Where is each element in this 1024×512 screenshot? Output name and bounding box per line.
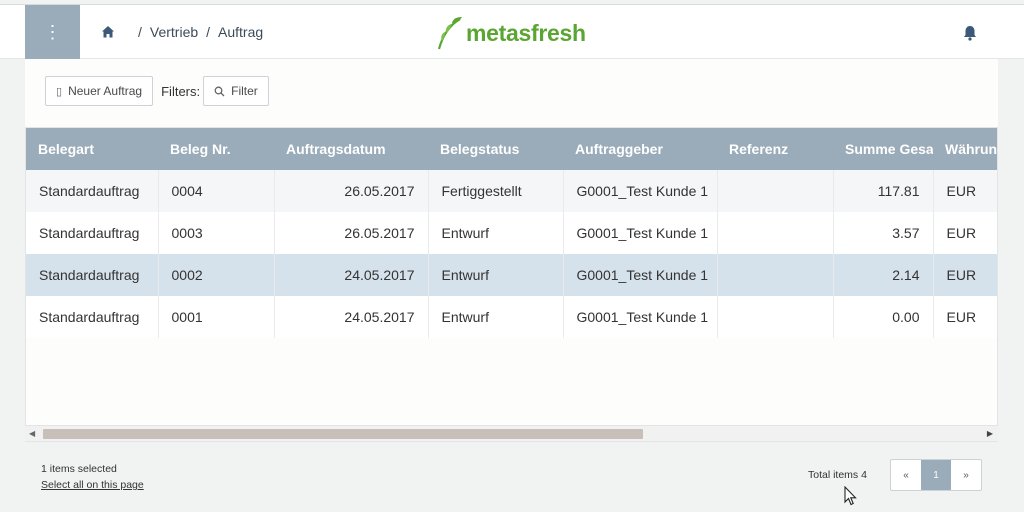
home-icon[interactable] bbox=[100, 24, 116, 40]
cell-beleg-nr: 0001 bbox=[158, 296, 275, 338]
toolbar: ▯ Neuer Auftrag Filters: Filter bbox=[45, 76, 269, 106]
cell-status: Entwurf bbox=[428, 212, 564, 254]
pager-page-button[interactable]: 1 bbox=[921, 460, 951, 490]
select-all-link[interactable]: Select all on this page bbox=[41, 477, 144, 493]
leaf-logo-icon bbox=[437, 17, 462, 50]
cell-waehrung: EUR bbox=[933, 212, 997, 254]
column-header[interactable]: Summe Gesamt bbox=[833, 128, 933, 170]
cell-referenz bbox=[717, 212, 834, 254]
breadcrumb-separator: / bbox=[206, 24, 211, 40]
scroll-right-arrow-icon[interactable]: ▶ bbox=[987, 429, 993, 438]
table-row[interactable]: Standardauftrag 0001 24.05.2017 Entwurf … bbox=[26, 296, 997, 338]
items-selected-text: 1 items selected bbox=[41, 463, 117, 475]
pagination: « 1 » bbox=[890, 459, 982, 491]
table-row[interactable]: Standardauftrag 0004 26.05.2017 Fertigge… bbox=[26, 170, 997, 212]
column-header[interactable]: Währung bbox=[933, 128, 997, 170]
cell-status: Entwurf bbox=[428, 254, 564, 296]
breadcrumb-auftrag[interactable]: Auftrag bbox=[218, 24, 263, 40]
column-header[interactable]: Belegart bbox=[26, 128, 158, 170]
filters-label: Filters: bbox=[161, 83, 201, 99]
cell-summe: 2.14 bbox=[833, 254, 934, 296]
mouse-cursor-icon bbox=[844, 486, 857, 506]
cell-auftraggeber: G0001_Test Kunde 1 bbox=[563, 212, 718, 254]
column-header[interactable]: Referenz bbox=[717, 128, 833, 170]
cell-auftraggeber: G0001_Test Kunde 1 bbox=[563, 254, 718, 296]
column-header[interactable]: Auftraggeber bbox=[563, 128, 717, 170]
breadcrumb-vertrieb[interactable]: Vertrieb bbox=[150, 24, 198, 40]
pager-prev-button[interactable]: « bbox=[891, 460, 921, 490]
horizontal-scrollbar[interactable]: ◀ ▶ bbox=[25, 425, 998, 441]
cell-beleg-nr: 0003 bbox=[158, 212, 275, 254]
new-order-button[interactable]: ▯ Neuer Auftrag bbox=[45, 76, 154, 106]
document-list-panel: ▯ Neuer Auftrag Filters: Filter Belegart… bbox=[25, 59, 998, 442]
filter-button[interactable]: Filter bbox=[203, 76, 269, 106]
scrollbar-thumb[interactable] bbox=[43, 429, 643, 439]
logo-text: metasfresh bbox=[466, 19, 586, 46]
cell-belegart: Standardauftrag bbox=[26, 254, 159, 296]
cell-summe: 117.81 bbox=[833, 170, 934, 212]
total-items-text: Total items 4 bbox=[808, 469, 867, 481]
metasfresh-logo: metasfresh bbox=[436, 16, 586, 50]
cell-waehrung: EUR bbox=[933, 296, 997, 338]
table-row[interactable]: Standardauftrag 0003 26.05.2017 Entwurf … bbox=[26, 212, 997, 254]
table-row-selected[interactable]: Standardauftrag 0002 24.05.2017 Entwurf … bbox=[26, 254, 997, 296]
search-icon bbox=[214, 86, 225, 96]
cell-belegart: Standardauftrag bbox=[26, 170, 159, 212]
new-document-icon: ▯ bbox=[56, 85, 63, 98]
bell-icon[interactable] bbox=[963, 25, 977, 41]
selection-info: 1 items selected Select all on this page bbox=[41, 461, 144, 493]
cell-waehrung: EUR bbox=[933, 254, 997, 296]
column-header[interactable]: Beleg Nr. bbox=[158, 128, 274, 170]
cell-auftraggeber: G0001_Test Kunde 1 bbox=[563, 296, 718, 338]
cell-belegart: Standardauftrag bbox=[26, 212, 159, 254]
app-header: ⋮ / Vertrieb / Auftrag metasfresh bbox=[0, 4, 1024, 59]
cell-status: Entwurf bbox=[428, 296, 564, 338]
scroll-left-arrow-icon[interactable]: ◀ bbox=[29, 429, 35, 438]
cell-status: Fertiggestellt bbox=[428, 170, 564, 212]
cell-belegart: Standardauftrag bbox=[26, 296, 159, 338]
cell-referenz bbox=[717, 254, 834, 296]
cell-summe: 0.00 bbox=[833, 296, 934, 338]
breadcrumb: / Vertrieb / Auftrag bbox=[138, 24, 263, 40]
filter-label: Filter bbox=[231, 84, 258, 98]
column-header[interactable]: Belegstatus bbox=[428, 128, 563, 170]
cell-datum: 24.05.2017 bbox=[274, 296, 429, 338]
breadcrumb-separator: / bbox=[138, 24, 142, 40]
cell-beleg-nr: 0002 bbox=[158, 254, 275, 296]
cell-auftraggeber: G0001_Test Kunde 1 bbox=[563, 170, 718, 212]
new-order-label: Neuer Auftrag bbox=[68, 84, 143, 98]
cell-summe: 3.57 bbox=[833, 212, 934, 254]
column-header[interactable]: Auftragsdatum bbox=[274, 128, 428, 170]
menu-button[interactable]: ⋮ bbox=[25, 5, 80, 59]
table-header-row: Belegart Beleg Nr. Auftragsdatum Belegst… bbox=[26, 128, 997, 170]
cell-referenz bbox=[717, 170, 834, 212]
cell-datum: 26.05.2017 bbox=[274, 170, 429, 212]
cell-datum: 26.05.2017 bbox=[274, 212, 429, 254]
cell-datum: 24.05.2017 bbox=[274, 254, 429, 296]
cell-beleg-nr: 0004 bbox=[158, 170, 275, 212]
vertical-dots-icon: ⋮ bbox=[43, 22, 62, 42]
cell-waehrung: EUR bbox=[933, 170, 997, 212]
pager-next-button[interactable]: » bbox=[951, 460, 981, 490]
cell-referenz bbox=[717, 296, 834, 338]
orders-table: Belegart Beleg Nr. Auftragsdatum Belegst… bbox=[25, 127, 998, 442]
